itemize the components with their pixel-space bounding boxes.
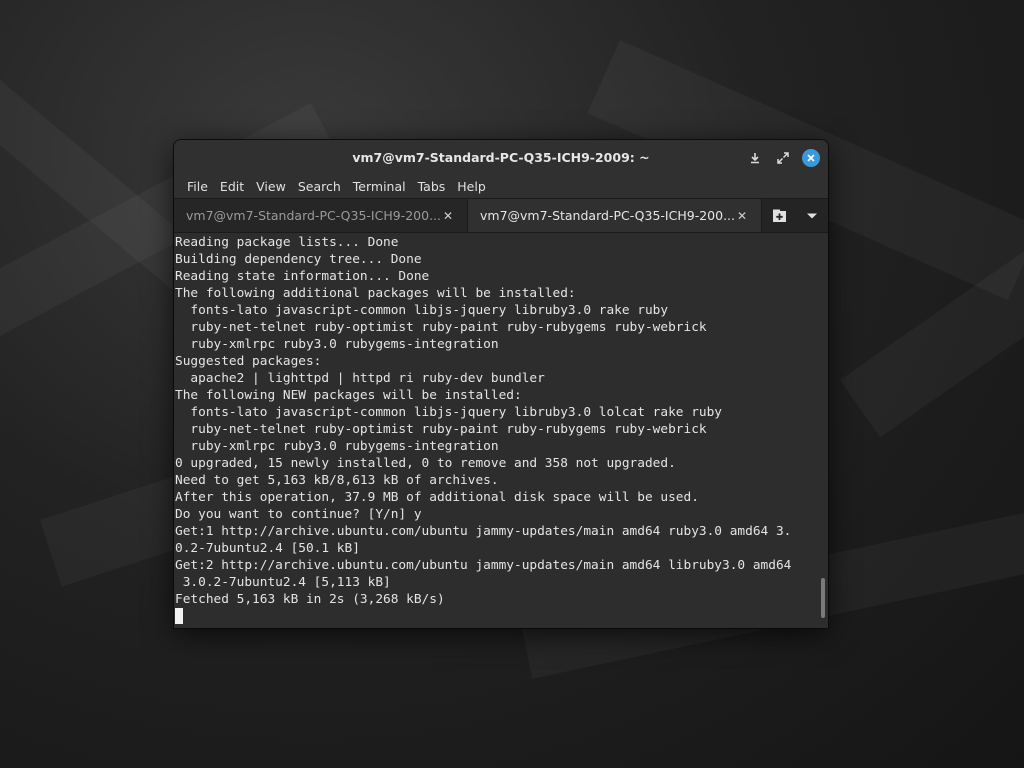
window-title: vm7@vm7-Standard-PC-Q35-ICH9-2009: ~ — [352, 150, 650, 165]
minimize-button[interactable] — [746, 149, 764, 167]
menu-view[interactable]: View — [250, 179, 292, 194]
terminal-line: Do you want to continue? [Y/n] y — [175, 507, 422, 522]
terminal-line: Suggested packages: — [175, 354, 322, 369]
tab-terminal-2[interactable]: vm7@vm7-Standard-PC-Q35-ICH9-200... ✕ — [468, 199, 762, 232]
terminal-line: ruby-xmlrpc ruby3.0 rubygems-integration — [175, 439, 499, 454]
terminal-line: After this operation, 37.9 MB of additio… — [175, 490, 699, 505]
terminal-line: Fetched 5,163 kB in 2s (3,268 kB/s) — [175, 592, 445, 607]
terminal-line: ruby-net-telnet ruby-optimist ruby-paint… — [175, 422, 707, 437]
terminal-line: 0.2-7ubuntu2.4 [50.1 kB] — [175, 541, 360, 556]
menu-file[interactable]: File — [181, 179, 214, 194]
terminal-line: fonts-lato javascript-common libjs-jquer… — [175, 303, 669, 318]
new-tab-icon — [773, 209, 786, 222]
tab-label: vm7@vm7-Standard-PC-Q35-ICH9-200... — [480, 208, 735, 223]
terminal-output[interactable]: Reading package lists... Done Building d… — [174, 233, 828, 628]
terminal-line: The following NEW packages will be insta… — [175, 388, 522, 403]
terminal-line: Building dependency tree... Done — [175, 252, 422, 267]
terminal-line: 0 upgraded, 15 newly installed, 0 to rem… — [175, 456, 676, 471]
terminal-line: ruby-net-telnet ruby-optimist ruby-paint… — [175, 320, 707, 335]
minimize-icon — [751, 152, 759, 163]
text-cursor — [175, 608, 183, 624]
tab-actions — [764, 199, 828, 232]
tab-terminal-1[interactable]: vm7@vm7-Standard-PC-Q35-ICH9-200... ✕ — [174, 199, 468, 232]
terminal-line: Get:1 http://archive.ubuntu.com/ubuntu j… — [175, 524, 792, 539]
menubar: File Edit View Search Terminal Tabs Help — [174, 175, 828, 198]
scrollbar[interactable] — [821, 578, 825, 618]
titlebar[interactable]: vm7@vm7-Standard-PC-Q35-ICH9-2009: ~ — [174, 140, 828, 175]
tab-close-icon[interactable]: ✕ — [441, 209, 455, 223]
tabs-menu-button[interactable] — [796, 199, 828, 232]
terminal-window: vm7@vm7-Standard-PC-Q35-ICH9-2009: ~ Fil… — [174, 140, 828, 628]
menu-tabs[interactable]: Tabs — [412, 179, 452, 194]
menu-terminal[interactable]: Terminal — [347, 179, 412, 194]
cursor-line — [175, 608, 828, 625]
terminal-line: Reading package lists... Done — [175, 235, 399, 250]
maximize-icon — [777, 151, 789, 164]
maximize-button[interactable] — [774, 149, 792, 167]
menu-edit[interactable]: Edit — [214, 179, 250, 194]
terminal-line: ruby-xmlrpc ruby3.0 rubygems-integration — [175, 337, 499, 352]
new-tab-button[interactable] — [764, 199, 796, 232]
terminal-line: apache2 | lighttpd | httpd ri ruby-dev b… — [175, 371, 545, 386]
window-controls — [746, 140, 820, 175]
tab-label: vm7@vm7-Standard-PC-Q35-ICH9-200... — [186, 208, 441, 223]
tab-bar: vm7@vm7-Standard-PC-Q35-ICH9-200... ✕ vm… — [174, 198, 828, 233]
terminal-line: Reading state information... Done — [175, 269, 430, 284]
chevron-down-icon — [807, 213, 817, 218]
terminal-line: The following additional packages will b… — [175, 286, 576, 301]
menu-search[interactable]: Search — [292, 179, 347, 194]
terminal-line: fonts-lato javascript-common libjs-jquer… — [175, 405, 723, 420]
terminal-line: Get:2 http://archive.ubuntu.com/ubuntu j… — [175, 558, 792, 573]
close-button[interactable] — [802, 148, 820, 167]
tab-close-icon[interactable]: ✕ — [735, 209, 749, 223]
terminal-line: Need to get 5,163 kB/8,613 kB of archive… — [175, 473, 499, 488]
menu-help[interactable]: Help — [451, 179, 492, 194]
terminal-line: 3.0.2-7ubuntu2.4 [5,113 kB] — [175, 575, 391, 590]
close-icon — [807, 153, 815, 162]
